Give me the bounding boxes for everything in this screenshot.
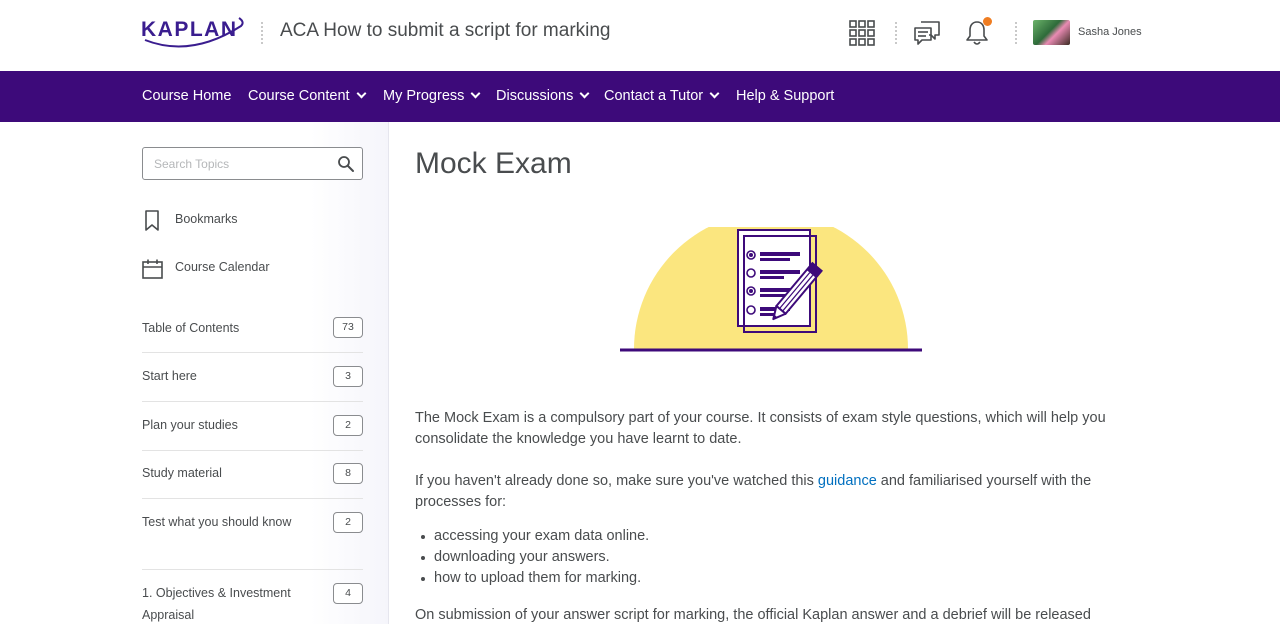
toc-label: 1. Objectives & Investment Appraisal: [142, 586, 291, 622]
toc-count-badge: 4: [333, 583, 363, 604]
guidance-paragraph: If you haven't already done so, make sur…: [415, 471, 1115, 513]
toc-item[interactable]: Study material 8: [142, 451, 363, 499]
nav-contact-tutor[interactable]: Contact a Tutor: [604, 88, 720, 104]
nav-label: Course Content: [248, 88, 350, 104]
header-divider: [895, 22, 897, 44]
nav-label: My Progress: [383, 88, 465, 104]
apps-grid-icon[interactable]: [848, 19, 876, 47]
toc-count-badge: 3: [333, 366, 363, 387]
toc-count-badge: 2: [333, 415, 363, 436]
calendar-icon: [142, 259, 163, 279]
page-header: KAPLAN ACA How to submit a script for ma…: [0, 0, 1280, 71]
main-content: Mock Exam The Mock Exam is a compulsory …: [390, 122, 1280, 624]
content-sidebar: Bookmarks Course Calendar Table of Conte…: [0, 122, 389, 624]
toc-label: Start here: [142, 369, 197, 383]
sidebar-link-bookmarks[interactable]: Bookmarks: [142, 210, 292, 232]
page-title: Mock Exam: [415, 147, 572, 180]
course-navbar: Course Home Course Content My Progress D…: [0, 71, 1280, 122]
nav-course-content[interactable]: Course Content: [248, 88, 367, 104]
user-name[interactable]: Sasha Jones: [1078, 26, 1142, 38]
guidance-text-before: If you haven't already done so, make sur…: [415, 473, 818, 489]
guidance-link[interactable]: guidance: [818, 473, 877, 489]
nav-label: Course Home: [142, 88, 232, 104]
exam-sheet-illustration: [620, 227, 922, 352]
intro-paragraph: The Mock Exam is a compulsory part of yo…: [415, 410, 1106, 447]
nav-label: Help & Support: [736, 88, 835, 104]
toc-item[interactable]: Start here 3: [142, 353, 363, 402]
toc-count-badge: 2: [333, 512, 363, 533]
logo-text: KAPLAN: [141, 18, 238, 41]
toc-label: Table of Contents: [142, 321, 240, 335]
chat-icon[interactable]: [913, 19, 941, 47]
header-divider: [1015, 22, 1017, 44]
chevron-down-icon: [709, 88, 720, 99]
search-icon[interactable]: [337, 155, 355, 173]
list-item: how to upload them for marking.: [415, 568, 649, 589]
toc-item[interactable]: Table of Contents 73: [142, 312, 363, 353]
avatar[interactable]: [1033, 20, 1070, 45]
search-input[interactable]: [154, 155, 334, 173]
header-divider: [261, 22, 263, 44]
bookmark-icon: [145, 210, 159, 231]
sidebar-link-label: Bookmarks: [175, 212, 238, 226]
toc-item[interactable]: Plan your studies 2: [142, 402, 363, 451]
submission-paragraph: On submission of your answer script for …: [415, 607, 1091, 623]
toc-label: Study material: [142, 466, 222, 480]
list-item: accessing your exam data online.: [415, 526, 649, 547]
chevron-down-icon: [579, 88, 590, 99]
chevron-down-icon: [470, 88, 481, 99]
nav-help-support[interactable]: Help & Support: [736, 88, 834, 104]
nav-label: Discussions: [496, 88, 574, 104]
notification-badge: [983, 17, 992, 26]
list-item: downloading your answers.: [415, 547, 649, 568]
process-list: accessing your exam data online. downloa…: [415, 526, 649, 589]
toc-count-badge: 73: [333, 317, 363, 338]
search-box: [142, 147, 363, 180]
course-title: ACA How to submit a script for marking: [280, 20, 611, 41]
nav-course-home[interactable]: Course Home: [142, 88, 231, 104]
sidebar-link-course-calendar[interactable]: Course Calendar: [142, 258, 292, 280]
chevron-down-icon: [356, 88, 367, 99]
toc-count-badge: 8: [333, 463, 363, 484]
nav-discussions[interactable]: Discussions: [496, 88, 590, 104]
toc-item[interactable]: 1. Objectives & Investment Appraisal 4: [142, 570, 363, 624]
nav-my-progress[interactable]: My Progress: [383, 88, 481, 104]
toc-label: Plan your studies: [142, 418, 238, 432]
toc-item[interactable]: Test what you should know 2: [142, 499, 363, 570]
sidebar-link-label: Course Calendar: [175, 260, 270, 274]
nav-label: Contact a Tutor: [604, 88, 704, 104]
toc-label: Test what you should know: [142, 515, 292, 529]
kaplan-logo[interactable]: KAPLAN: [141, 12, 245, 52]
